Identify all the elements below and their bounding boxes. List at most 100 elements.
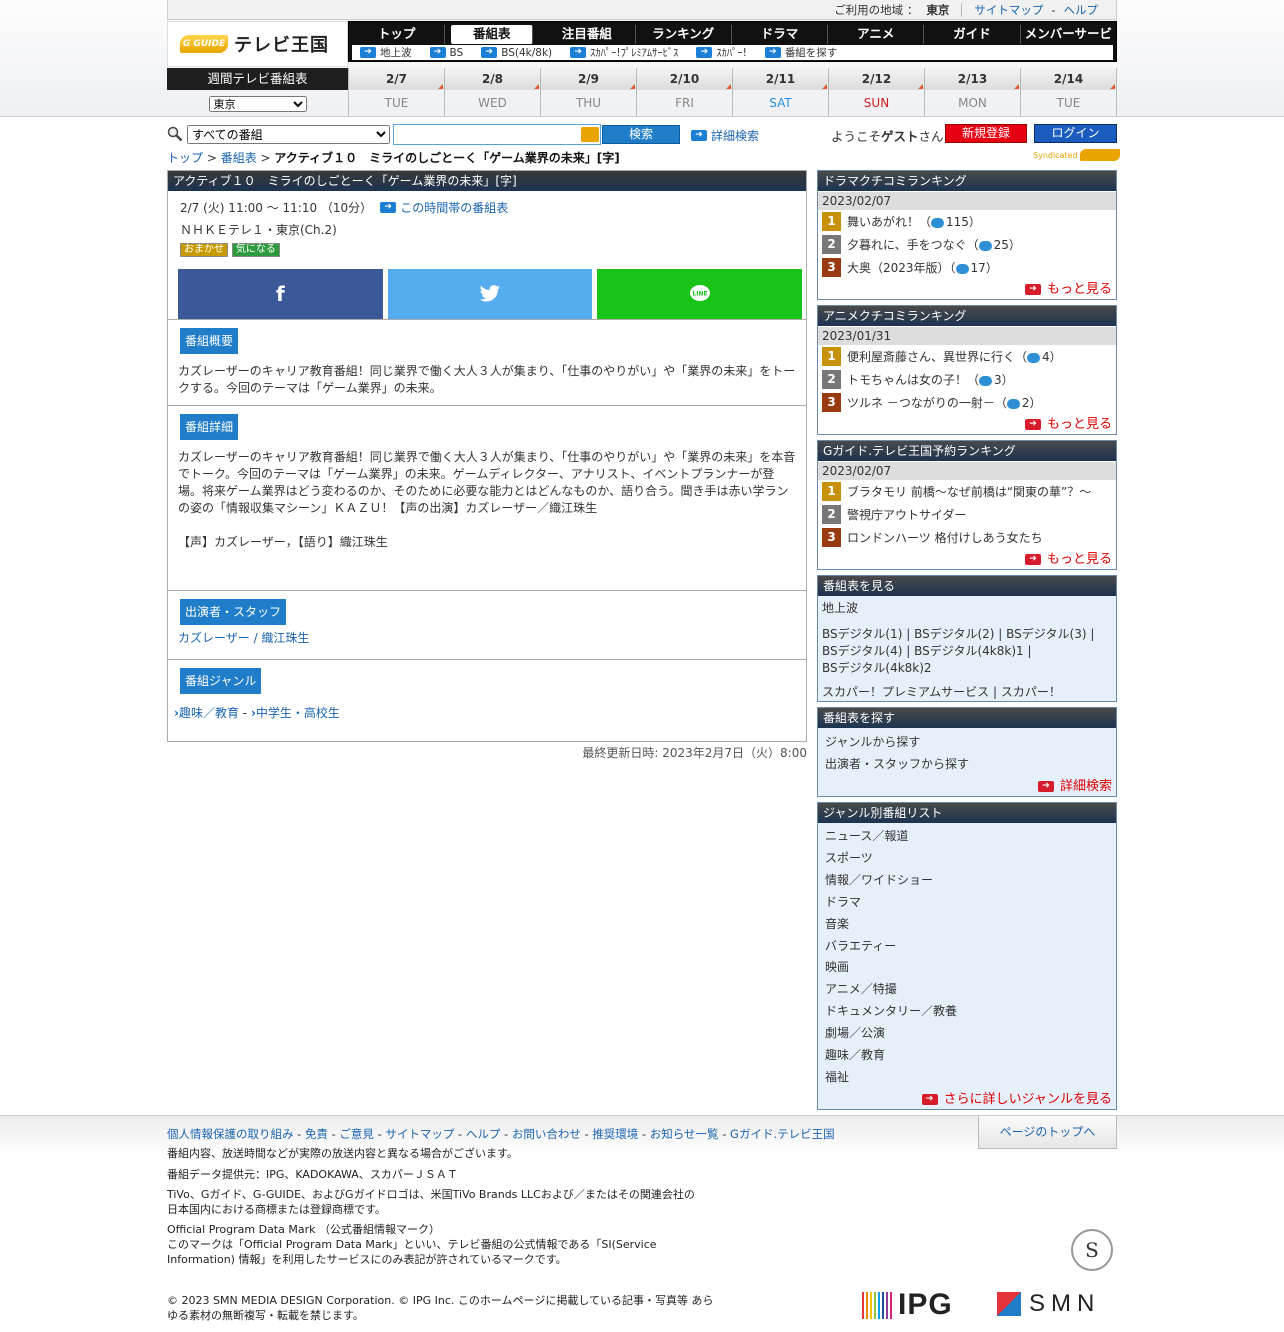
nav-featured[interactable]: 注目番組 (539, 25, 636, 44)
search-button[interactable]: 検索 (602, 125, 680, 144)
search-category-select[interactable]: すべての番組 (187, 125, 390, 144)
footer-official-mark: Official Program Data Mark （公式番組情報マーク） この… (167, 1223, 657, 1266)
cast-link[interactable]: カズレーザー / 織江珠生 (168, 625, 806, 647)
facebook-icon: f (275, 282, 285, 306)
genre-item[interactable]: 情報／ワイドショー (818, 870, 1116, 892)
ipg-logo: IPG (862, 1288, 953, 1322)
nav-guide[interactable]: ガイド (924, 25, 1021, 44)
drama-more-link[interactable]: ➔ もっと見る (818, 279, 1116, 300)
breadcrumb-schedule[interactable]: 番組表 (221, 151, 257, 165)
day-tab[interactable]: 2/12 SUN (828, 68, 924, 116)
footer-link-privacy[interactable]: 個人情報保護の取り組み (167, 1127, 294, 1141)
ranking-item[interactable]: 3 ツルネ －つながりの一射－（ 2） (818, 391, 1116, 414)
sitemap-link[interactable]: サイトマップ (974, 2, 1043, 18)
site-logo[interactable]: G GUIDE テレビ王国 (167, 21, 348, 67)
footer-link-help[interactable]: ヘルプ (466, 1127, 501, 1141)
advanced-search-side-link[interactable]: ➔ 詳細検索 (818, 776, 1116, 798)
genre-item[interactable]: ニュース／報道 (818, 826, 1116, 848)
day-tab[interactable]: 2/7 TUE (348, 68, 444, 116)
footer-link-contact[interactable]: お問い合わせ (512, 1127, 581, 1141)
help-link[interactable]: ヘルプ (1064, 2, 1099, 18)
genre-item[interactable]: 劇場／公演 (818, 1023, 1116, 1045)
ranking-item[interactable]: 1 舞いあがれ！（ 115） (818, 210, 1116, 233)
ranking-item[interactable]: 1 便利屋斎藤さん、異世界に行く（ 4） (818, 345, 1116, 368)
more-genres-link[interactable]: ➔ さらに詳しいジャンルを見る (818, 1089, 1116, 1111)
footer-link-sitemap[interactable]: サイトマップ (385, 1127, 454, 1141)
kininaru-tag[interactable]: 気になる (231, 243, 280, 257)
login-button[interactable]: ログイン (1034, 124, 1117, 143)
genre-item[interactable]: 福祉 (818, 1067, 1116, 1089)
last-updated: 最終更新日時: 2023年2月7日（火）8:00 (582, 746, 807, 760)
arrow-right-icon: ➔ (696, 47, 713, 58)
ranking-item[interactable]: 1 ブラタモリ 前橋〜なぜ前橋は“関東の華”？〜 (818, 480, 1116, 503)
site-logo-text: テレビ王国 (234, 35, 329, 56)
day-tab[interactable]: 2/9 THU (540, 68, 636, 116)
footer-link-news[interactable]: お知らせ一覧 (650, 1127, 719, 1141)
genre-item[interactable]: 映画 (818, 957, 1116, 979)
breadcrumb-top[interactable]: トップ (167, 151, 203, 165)
footer-link-disclaimer[interactable]: 免責 (305, 1127, 328, 1141)
ranking-item[interactable]: 2 夕暮れに、手をつなぐ（ 25） (818, 233, 1116, 256)
ranking-item[interactable]: 2 トモちゃんは女の子！（ 3） (818, 368, 1116, 391)
register-button[interactable]: 新規登録 (945, 124, 1027, 143)
genre-item[interactable]: アニメ／特撮 (818, 979, 1116, 1001)
anime-more-link[interactable]: ➔ もっと見る (818, 414, 1116, 435)
nav-ranking[interactable]: ランキング (636, 25, 732, 44)
subnav-bs[interactable]: ➔ BS (429, 47, 463, 59)
genre-item[interactable]: 趣味／教育 (818, 1045, 1116, 1067)
smn-logo: SMN (997, 1290, 1100, 1318)
facebook-share-button[interactable]: f (178, 269, 383, 319)
footer-copyright: © 2023 SMN MEDIA DESIGN Corporation. © I… (167, 1294, 714, 1322)
skyperfect-links[interactable]: スカパー！プレミアムサービス | スカパー！ (818, 680, 1116, 704)
genre-link-students[interactable]: 中学生・高校生 (256, 706, 340, 720)
footer-link-gguide[interactable]: Gガイド.テレビ王国 (730, 1127, 835, 1141)
twitter-share-button[interactable] (387, 269, 593, 319)
region-label: ご利用の地域 ： (834, 2, 919, 17)
nav-anime[interactable]: アニメ (828, 25, 925, 44)
genre-item[interactable]: 音楽 (818, 914, 1116, 936)
genre-item[interactable]: ドラマ (818, 892, 1116, 914)
weekly-schedule-label: 週間テレビ番組表 (167, 68, 348, 90)
ranking-item[interactable]: 3 大奥（2023年版）（ 17） (818, 256, 1116, 279)
day-tab[interactable]: 2/13 MON (924, 68, 1020, 116)
find-by-cast-link[interactable]: 出演者・スタッフから探す (818, 754, 1116, 776)
line-share-button[interactable]: LINE (597, 269, 803, 319)
find-schedule-title: 番組表を探す (818, 708, 1116, 728)
comment-icon (1027, 352, 1041, 363)
nav-top[interactable]: トップ (349, 25, 446, 44)
ranking-item[interactable]: 3 ロンドンハーツ 格付けしあう女たち (818, 526, 1116, 549)
omakase-tag[interactable]: おまかせ (180, 243, 228, 257)
subnav-skyperfect[interactable]: ➔ ｽｶﾊﾟｰ! (696, 45, 747, 60)
terrestrial-link[interactable]: 地上波 (818, 596, 1116, 620)
genre-item[interactable]: バラエティー (818, 936, 1116, 958)
ranking-item[interactable]: 2 警視庁アウトサイダー (818, 503, 1116, 526)
timeslot-schedule-link[interactable]: ➔ この時間帯の番組表 (380, 199, 508, 216)
subnav-find-program[interactable]: ➔ 番組を探す (764, 45, 837, 60)
nav-member-service[interactable]: メンバーサービス (1021, 25, 1116, 58)
g-guide-icon[interactable] (581, 127, 599, 142)
day-tab[interactable]: 2/8 WED (444, 68, 540, 116)
find-by-genre-link[interactable]: ジャンルから探す (818, 728, 1116, 754)
reservation-more-link[interactable]: ➔ もっと見る (818, 549, 1116, 570)
footer-link-environment[interactable]: 推奨環境 (592, 1127, 638, 1141)
nav-drama[interactable]: ドラマ (732, 25, 829, 44)
genre-link-hobby-education[interactable]: 趣味／教育 (179, 706, 239, 720)
footer-link-feedback[interactable]: ご意見 (339, 1127, 374, 1141)
anime-ranking-box: アニメクチコミランキング 2023/01/31 1 便利屋斎藤さん、異世界に行く（… (817, 305, 1117, 435)
subnav-bs4k8k[interactable]: ➔ BS(4k/8k) (481, 47, 552, 59)
nav-schedule[interactable]: 番組表 (451, 25, 534, 44)
subnav-terrestrial[interactable]: ➔ 地上波 (360, 45, 412, 60)
day-tab[interactable]: 2/11 SAT (732, 68, 828, 116)
search-bar: すべての番組 検索 ➔ 詳細検索 ようこそゲストさん 新規登録 ログイン (167, 124, 1117, 146)
page-top-button[interactable]: ページのトップへ (978, 1116, 1117, 1149)
genre-item[interactable]: スポーツ (818, 848, 1116, 870)
day-tab[interactable]: 2/10 FRI (636, 68, 732, 116)
search-input[interactable] (393, 124, 601, 145)
day-tab[interactable]: 2/14 TUE (1020, 68, 1117, 116)
advanced-search-link[interactable]: ➔ 詳細検索 (691, 127, 759, 144)
region-select[interactable]: 東京 (208, 96, 307, 112)
subnav-skyperfect-premium[interactable]: ➔ ｽｶﾊﾟｰ!ﾌﾟﾚﾐｱﾑｻｰﾋﾞｽ (570, 45, 678, 60)
arrow-right-icon: ➔ (921, 1093, 938, 1105)
genre-item[interactable]: ドキュメンタリー／教養 (818, 1001, 1116, 1023)
region-value: 東京 (926, 2, 950, 17)
